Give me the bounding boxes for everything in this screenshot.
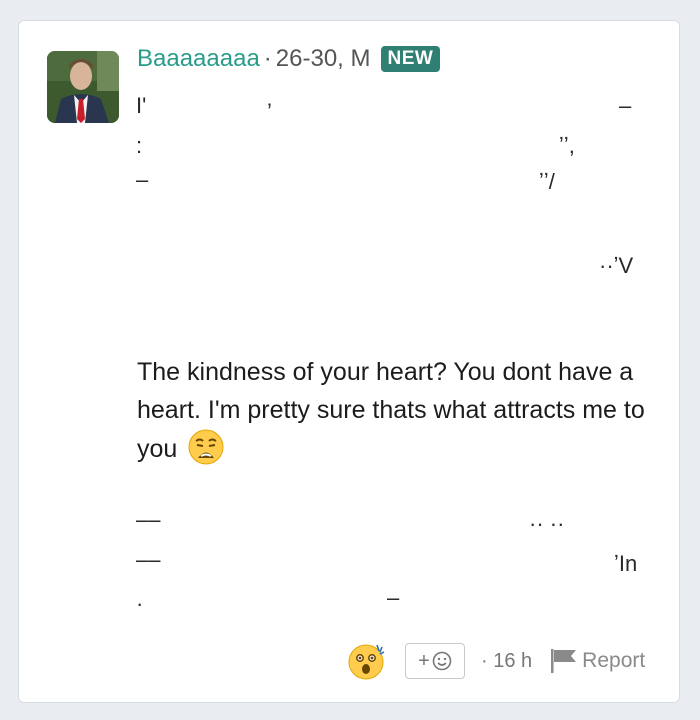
avatar-photo — [47, 51, 119, 123]
age-sex-label: 26-30, M — [275, 45, 371, 72]
post-card: Baaaaaaaa · 26-30, M NEW I' ’ – : ʼʼ, – … — [18, 20, 680, 703]
text-fragment: ʼʼ, — [559, 133, 575, 158]
text-fragment: – — [619, 93, 632, 118]
text-fragment: ·· ·· — [529, 511, 565, 536]
text-fragment: ʼIn — [614, 551, 638, 576]
text-fragment: –– — [136, 507, 161, 532]
weary-face-icon — [188, 429, 224, 465]
text-fragment: – — [387, 585, 400, 610]
post-footer: + · 16 h Report — [347, 639, 645, 683]
text-fragment: ··ʼV — [599, 253, 634, 278]
smiley-icon — [432, 651, 452, 671]
text-fragment: –– — [136, 547, 161, 572]
avatar[interactable] — [47, 51, 119, 123]
post-timestamp: · 16 h — [481, 650, 532, 673]
post-header: Baaaaaaaa · 26-30, M NEW — [137, 43, 441, 75]
header-separator: · — [263, 45, 272, 72]
text-fragment: – — [136, 167, 149, 192]
username-link[interactable]: Baaaaaaaa — [137, 45, 260, 73]
text-fragment: ʼʼ/ — [539, 169, 555, 194]
add-reaction-button[interactable]: + — [405, 643, 465, 679]
timestamp-value: 16 h — [493, 649, 533, 672]
text-fragment: · — [136, 591, 144, 616]
report-label: Report — [582, 649, 646, 672]
flag-icon — [551, 649, 577, 673]
timestamp-separator: · — [481, 649, 488, 672]
add-reaction-plus: + — [418, 649, 430, 672]
astonished-face-icon[interactable] — [347, 641, 387, 681]
text-fragment: ’ — [267, 99, 272, 124]
text-fragment: : — [136, 133, 143, 158]
report-button[interactable]: Report — [548, 648, 645, 674]
post-message: The kindness of your heart? You dont hav… — [137, 353, 662, 468]
text-fragment: I' — [136, 93, 147, 118]
new-badge: NEW — [380, 46, 441, 72]
